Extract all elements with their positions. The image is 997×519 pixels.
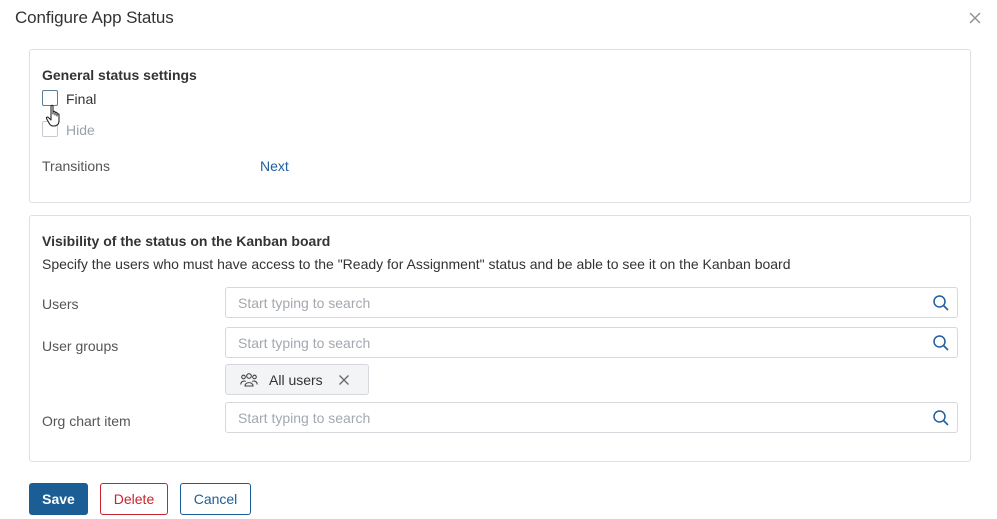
user-groups-search-placeholder: Start typing to search — [238, 335, 371, 351]
delete-button[interactable]: Delete — [100, 483, 168, 515]
org-chart-search-input[interactable]: Start typing to search — [225, 402, 958, 433]
visibility-description: Specify the users who must have access t… — [42, 256, 791, 272]
users-search-placeholder: Start typing to search — [238, 295, 371, 311]
search-icon[interactable] — [932, 334, 950, 352]
user-group-chip: All users — [225, 364, 369, 395]
dialog-title: Configure App Status — [15, 8, 174, 27]
save-button[interactable]: Save — [29, 483, 88, 515]
user-groups-search-input[interactable]: Start typing to search — [225, 327, 958, 358]
visibility-panel: Visibility of the status on the Kanban b… — [29, 215, 971, 462]
users-search-input[interactable]: Start typing to search — [225, 287, 958, 318]
org-chart-search-placeholder: Start typing to search — [238, 410, 371, 426]
remove-icon[interactable] — [338, 374, 350, 386]
visibility-heading: Visibility of the status on the Kanban b… — [42, 233, 331, 249]
user-groups-label: User groups — [42, 338, 119, 354]
users-label: Users — [42, 296, 79, 312]
final-label: Final — [66, 91, 97, 107]
user-group-chip-label: All users — [269, 372, 323, 388]
search-icon[interactable] — [932, 294, 950, 312]
hide-checkbox[interactable] — [42, 121, 58, 137]
search-icon[interactable] — [932, 409, 950, 427]
general-settings-heading: General status settings — [42, 67, 197, 83]
org-chart-label: Org chart item — [42, 413, 131, 429]
hide-label: Hide — [66, 122, 95, 138]
user-group-icon — [240, 373, 258, 387]
final-checkbox[interactable] — [42, 90, 58, 106]
close-icon[interactable] — [966, 9, 984, 27]
general-settings-panel: General status settings Final Hide Trans… — [29, 49, 971, 203]
transitions-label: Transitions — [42, 158, 110, 174]
transitions-next-link[interactable]: Next — [260, 158, 289, 174]
cancel-button[interactable]: Cancel — [180, 483, 251, 515]
